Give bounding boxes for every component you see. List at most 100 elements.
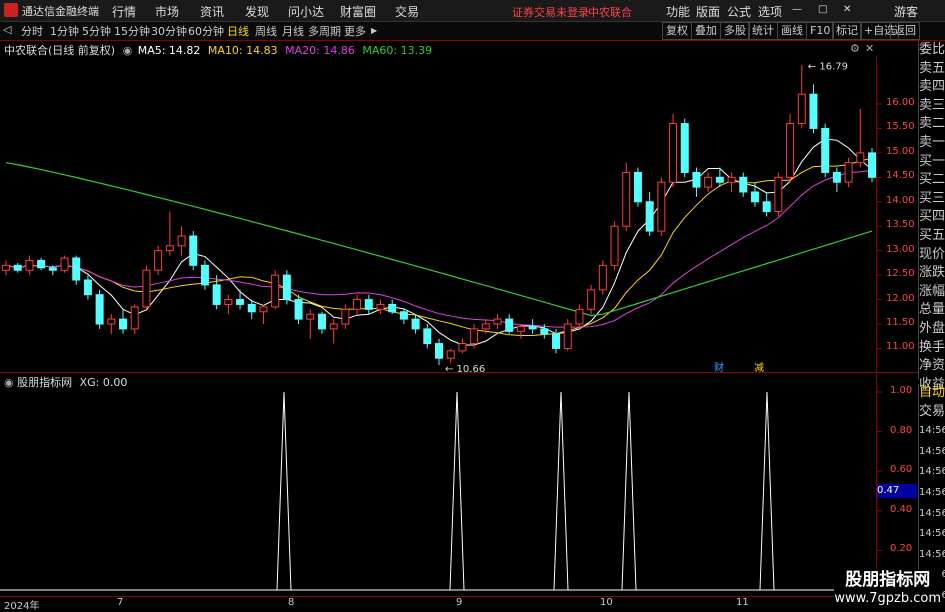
auto-trade-label[interactable]: 自动 bbox=[919, 384, 945, 403]
sidebar-item-3: 卖三 bbox=[919, 97, 945, 113]
candle-body-14 bbox=[165, 245, 174, 252]
trade-time-2: 14:56 bbox=[919, 466, 945, 478]
candle-body-73 bbox=[856, 152, 865, 164]
candle-body-59 bbox=[692, 171, 701, 188]
tab-5min[interactable]: 5分钟 bbox=[82, 23, 111, 39]
candle-body-18 bbox=[212, 284, 221, 305]
candle-body-6 bbox=[72, 257, 81, 281]
tab-60min[interactable]: 60分钟 bbox=[188, 23, 224, 39]
more-chevron-icon[interactable]: ▶ bbox=[371, 26, 377, 35]
trade-label[interactable]: 交易 bbox=[919, 403, 945, 422]
candle-body-60 bbox=[704, 176, 713, 188]
price-tick-7: 12.50 bbox=[886, 268, 915, 280]
collapse-icon[interactable]: ◁ bbox=[3, 23, 11, 36]
candle-body-36 bbox=[423, 328, 432, 345]
candle-body-43 bbox=[505, 318, 514, 332]
indicator-legend: ◉ 股朋指标网 XG: 0.00 bbox=[0, 374, 127, 389]
candle-body-32 bbox=[376, 303, 385, 310]
candle-body-26 bbox=[306, 313, 315, 320]
pane-close-icon[interactable]: ✕ bbox=[865, 42, 874, 55]
sidebar-item-12: 涨跌 bbox=[919, 265, 945, 281]
candle-body-17 bbox=[200, 264, 209, 286]
candle-body-20 bbox=[236, 299, 245, 305]
candle-body-31 bbox=[364, 299, 373, 310]
tab-multi-period[interactable]: 多周期 bbox=[308, 23, 341, 39]
price-tick-9: 11.50 bbox=[886, 317, 915, 328]
date-label-year: 2024年 bbox=[4, 601, 40, 612]
price-axis-line bbox=[876, 56, 877, 372]
menu-quotes[interactable]: 行情 bbox=[112, 3, 136, 20]
candle-body-48 bbox=[563, 323, 572, 349]
candle-body-67 bbox=[786, 123, 795, 178]
price-tick-5: 13.50 bbox=[886, 219, 915, 231]
formula-button[interactable]: 公式 bbox=[727, 3, 751, 20]
price-chart[interactable]: ← 16.79 ← 10.66 bbox=[0, 56, 918, 372]
tab-weekly[interactable]: 周线 bbox=[255, 23, 277, 39]
date-label-oct: 10 bbox=[600, 597, 613, 608]
minimize-icon[interactable]: — bbox=[792, 4, 802, 15]
candle-body-29 bbox=[341, 308, 350, 325]
candle-body-72 bbox=[844, 162, 853, 183]
mark-button[interactable]: 标记 bbox=[832, 22, 862, 40]
price-tick-10: 11.00 bbox=[886, 341, 915, 353]
indicator-chart[interactable] bbox=[0, 388, 918, 594]
candle-body-57 bbox=[669, 123, 678, 183]
menu-wealth[interactable]: 财富圈 bbox=[340, 3, 376, 20]
menu-discover[interactable]: 发现 bbox=[245, 3, 269, 20]
sidebar-item-7: 买二 bbox=[919, 172, 945, 188]
candle-body-33 bbox=[388, 303, 397, 313]
guest-login[interactable]: 游客 bbox=[894, 3, 918, 20]
overlay-button[interactable]: 叠加 bbox=[691, 22, 721, 40]
signal-spike-2 bbox=[553, 391, 569, 591]
tab-1min[interactable]: 1分钟 bbox=[50, 23, 79, 39]
tab-30min[interactable]: 30分钟 bbox=[151, 23, 187, 39]
candle-body-66 bbox=[774, 176, 783, 213]
menu-ask[interactable]: 问小达 bbox=[288, 3, 324, 20]
candle-body-23 bbox=[271, 274, 280, 308]
adjust-button[interactable]: 复权 bbox=[662, 22, 692, 40]
candle-body-71 bbox=[832, 171, 841, 183]
candle-body-9 bbox=[107, 318, 116, 325]
candle-body-27 bbox=[317, 313, 326, 330]
price-tick-4: 14.00 bbox=[886, 194, 915, 206]
menu-news[interactable]: 资讯 bbox=[200, 3, 224, 20]
tab-intraday[interactable]: 分时 bbox=[21, 23, 43, 39]
tab-daily[interactable]: 日线 bbox=[227, 23, 249, 39]
candle-body-65 bbox=[762, 201, 771, 213]
candle-body-1 bbox=[13, 264, 22, 271]
maximize-icon[interactable]: □ bbox=[818, 4, 827, 15]
menu-trade[interactable]: 交易 bbox=[395, 3, 419, 20]
sidebar-item-5: 卖一 bbox=[919, 134, 945, 150]
candle-body-47 bbox=[552, 333, 561, 349]
tab-monthly[interactable]: 月线 bbox=[282, 23, 304, 39]
trade-time-3: 14:56 bbox=[919, 486, 945, 498]
sidebar-item-13: 涨幅 bbox=[919, 283, 945, 299]
login-warning[interactable]: 证券交易未登录 bbox=[512, 4, 589, 20]
back-button[interactable]: 返回 bbox=[890, 22, 920, 40]
candle-body-34 bbox=[399, 311, 408, 320]
sidebar-item-1: 卖五 bbox=[919, 60, 945, 76]
function-button[interactable]: 功能 bbox=[666, 3, 690, 20]
pane-settings-icon[interactable]: ⚙ bbox=[850, 42, 860, 55]
candle-body-21 bbox=[247, 303, 256, 313]
tab-15min[interactable]: 15分钟 bbox=[114, 23, 150, 39]
f10-button[interactable]: F10 bbox=[806, 22, 835, 40]
period-toolbar: ◁ 分时 1分钟 5分钟 15分钟 30分钟 60分钟 日线 周线 月线 多周期… bbox=[0, 22, 945, 41]
layout-button[interactable]: 版面 bbox=[696, 3, 720, 20]
options-button[interactable]: 选项 bbox=[758, 3, 782, 20]
close-icon[interactable]: ✕ bbox=[843, 4, 851, 15]
candle-body-62 bbox=[727, 176, 736, 183]
sidebar-item-14: 总量 bbox=[919, 302, 945, 318]
candle-body-28 bbox=[329, 323, 338, 330]
menu-market[interactable]: 市场 bbox=[155, 3, 179, 20]
sidebar-item-15: 外盘 bbox=[919, 320, 945, 336]
candle-body-40 bbox=[470, 328, 479, 345]
date-label-nov: 11 bbox=[736, 597, 749, 608]
signal-spike-1 bbox=[449, 391, 465, 591]
multi-stock-button[interactable]: 多股 bbox=[720, 22, 750, 40]
price-tick-6: 13.00 bbox=[886, 243, 915, 255]
tab-more[interactable]: 更多 bbox=[344, 23, 366, 39]
candle-body-51 bbox=[598, 264, 607, 291]
stats-button[interactable]: 统计 bbox=[748, 22, 778, 40]
draw-line-button[interactable]: 画线 bbox=[777, 22, 807, 40]
